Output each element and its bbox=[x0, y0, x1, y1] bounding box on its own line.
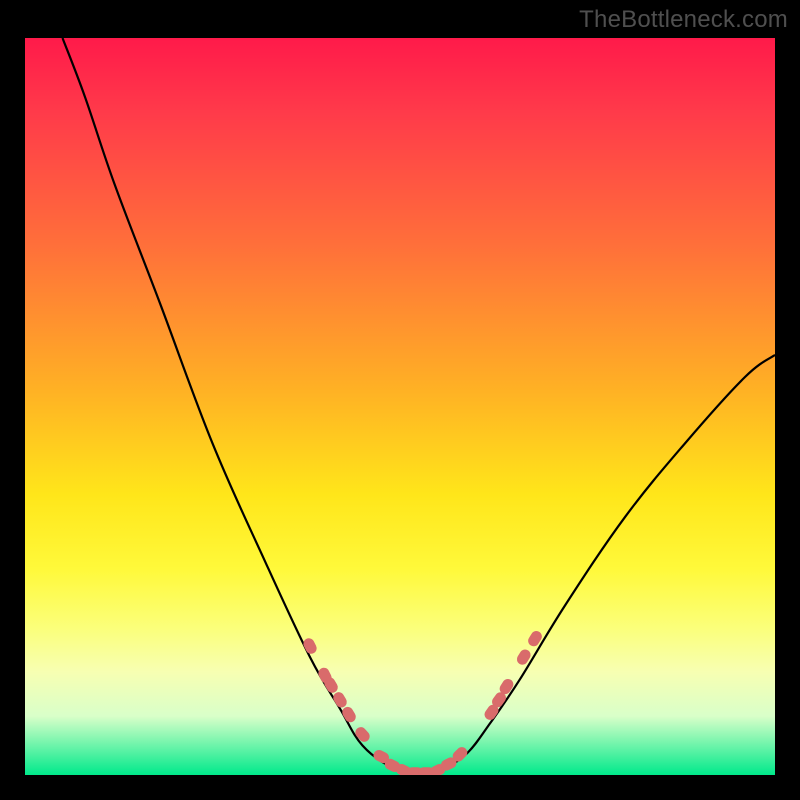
marker-layer bbox=[301, 629, 543, 775]
chart-frame: TheBottleneck.com bbox=[0, 0, 800, 800]
chart-svg bbox=[25, 38, 775, 775]
curve-marker bbox=[301, 636, 318, 655]
bottleneck-curve bbox=[63, 38, 776, 775]
curve-marker bbox=[353, 725, 372, 744]
curve-marker bbox=[340, 705, 358, 724]
curve-marker bbox=[331, 690, 349, 709]
plot-area bbox=[25, 38, 775, 775]
watermark-text: TheBottleneck.com bbox=[579, 6, 788, 34]
